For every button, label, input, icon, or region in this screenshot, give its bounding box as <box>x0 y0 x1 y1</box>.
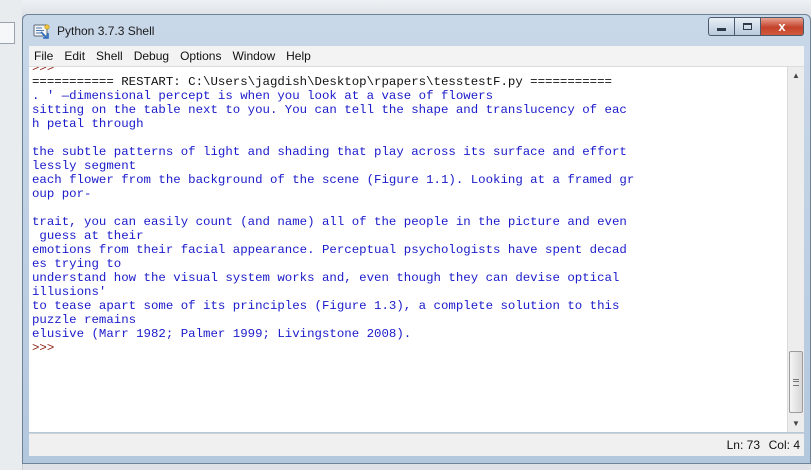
python-idle-icon <box>33 24 50 39</box>
scroll-down-arrow-icon[interactable]: ▼ <box>788 415 804 432</box>
menu-options[interactable]: Options <box>175 49 227 63</box>
python-shell-window: Python 3.7.3 Shell x File Edit Shell Deb… <box>22 14 811 464</box>
line-number-status: Ln: 73 <box>726 438 760 452</box>
output-line: es trying to <box>32 257 122 271</box>
output-line: h petal through <box>32 117 144 131</box>
output-line: guess at their <box>32 229 144 243</box>
output-line: the subtle patterns of light and shading… <box>32 145 627 159</box>
shell-output[interactable]: >>> =========== RESTART: C:\Users\jagdis… <box>32 67 784 355</box>
maximize-button[interactable] <box>734 17 760 36</box>
menu-window[interactable]: Window <box>227 49 281 63</box>
scroll-up-arrow-icon[interactable]: ▲ <box>788 67 804 84</box>
input-prompt: >>> <box>32 341 55 355</box>
output-line: understand how the visual system works a… <box>32 271 620 285</box>
output-line: sitting on the table next to you. You ca… <box>32 103 627 117</box>
window-controls: x <box>708 17 804 38</box>
minimize-button[interactable] <box>708 17 734 36</box>
output-line: puzzle remains <box>32 313 137 327</box>
minimize-icon <box>717 28 726 31</box>
menu-help[interactable]: Help <box>281 49 317 63</box>
background-window-tab[interactable] <box>0 22 15 44</box>
top-prompt: >>> <box>32 67 55 75</box>
output-line: . ' —dimensional percept is when you loo… <box>32 89 494 103</box>
output-line: each flower from the background of the s… <box>32 173 635 187</box>
close-button[interactable]: x <box>760 17 804 36</box>
shell-text-area[interactable]: >>> =========== RESTART: C:\Users\jagdis… <box>29 67 804 432</box>
maximize-icon <box>743 23 752 30</box>
menu-file[interactable]: File <box>29 49 59 63</box>
output-line: emotions from their facial appearance. P… <box>32 243 627 257</box>
status-bar: Ln: 73 Col: 4 <box>29 433 804 456</box>
vertical-scrollbar[interactable]: ▲ ▼ <box>787 67 804 432</box>
output-line: trait, you can easily count (and name) a… <box>32 215 627 229</box>
window-title: Python 3.7.3 Shell <box>57 24 155 38</box>
output-line: oup por- <box>32 187 92 201</box>
output-line: elusive (Marr 1982; Palmer 1999; Livings… <box>32 327 412 341</box>
menu-shell[interactable]: Shell <box>91 49 129 63</box>
restart-line: =========== RESTART: C:\Users\jagdish\De… <box>32 75 612 89</box>
menu-debug[interactable]: Debug <box>129 49 175 63</box>
scroll-thumb[interactable] <box>789 351 803 413</box>
output-line: illusions' <box>32 285 107 299</box>
desktop-left-strip <box>0 0 23 470</box>
menu-edit[interactable]: Edit <box>59 49 91 63</box>
column-number-status: Col: 4 <box>768 438 800 452</box>
grip-icon <box>793 378 799 386</box>
output-line: to tease apart some of its principles (F… <box>32 299 620 313</box>
close-icon: x <box>778 19 786 34</box>
output-line: lessly segment <box>32 159 137 173</box>
title-bar[interactable]: Python 3.7.3 Shell x <box>23 15 810 45</box>
menu-bar: File Edit Shell Debug Options Window Hel… <box>29 46 804 67</box>
